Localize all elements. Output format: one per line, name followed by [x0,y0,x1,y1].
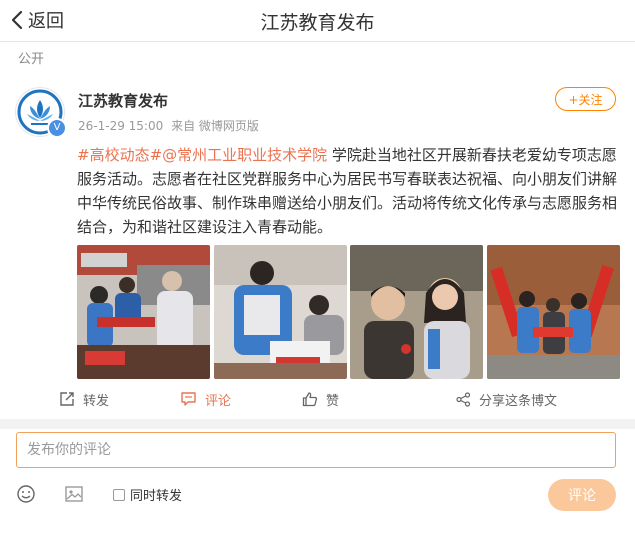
also-repost-option[interactable]: 同时转发 [113,485,182,504]
repost-button[interactable]: 转发 [59,385,109,413]
post-meta: 26-1-29 15:00 来自 微博网页版 [78,117,259,134]
top-bar: 返回 江苏教育发布 [0,0,635,40]
mention-link[interactable]: @常州工业职业技术学院 [162,146,327,164]
post-timestamp[interactable]: 26-1-29 15:00 [78,119,163,133]
comment-icon [181,392,196,406]
avatar[interactable]: V [15,87,67,138]
topic-tag[interactable]: #高校动态# [77,146,162,164]
author-name[interactable]: 江苏教育发布 [78,90,168,111]
post-photo[interactable] [77,245,210,379]
verified-badge-icon: V [47,118,67,138]
page-title: 江苏教育发布 [260,12,375,34]
follow-button[interactable]: +关注 [555,87,616,111]
photo-grid [77,245,622,379]
image-upload-button[interactable] [64,484,84,508]
image-icon [65,486,83,502]
like-button[interactable]: 赞 [302,385,339,413]
repost-icon [60,392,74,406]
section-divider [0,419,635,429]
post-body: #高校动态#@常州工业职业技术学院 学院赴当地社区开展新春扶老爱幼专项志愿服务活… [77,143,622,239]
divider [0,41,635,42]
share-button[interactable]: 分享这条博文 [456,385,557,413]
thumbs-up-icon [302,392,318,407]
post-photo[interactable] [214,245,347,379]
comment-input[interactable] [17,433,615,467]
repost-label: 转发 [83,393,110,409]
also-repost-label: 同时转发 [130,489,183,504]
emoji-button[interactable] [16,484,36,508]
share-label: 分享这条博文 [479,393,558,409]
also-repost-checkbox[interactable] [113,488,125,501]
visibility-label: 公开 [18,52,45,67]
like-label: 赞 [326,393,340,409]
post-source: 来自 微博网页版 [171,119,259,133]
comment-button[interactable]: 评论 [180,385,231,413]
emoji-icon [17,485,35,503]
post-photo[interactable] [350,245,483,379]
comment-label: 评论 [205,393,232,409]
share-icon [456,391,471,407]
submit-comment-button[interactable]: 评论 [548,479,616,511]
comment-box [16,432,616,468]
post-photo[interactable] [487,245,620,379]
action-bar: 转发 评论 赞 分享这条博文 [0,385,635,413]
